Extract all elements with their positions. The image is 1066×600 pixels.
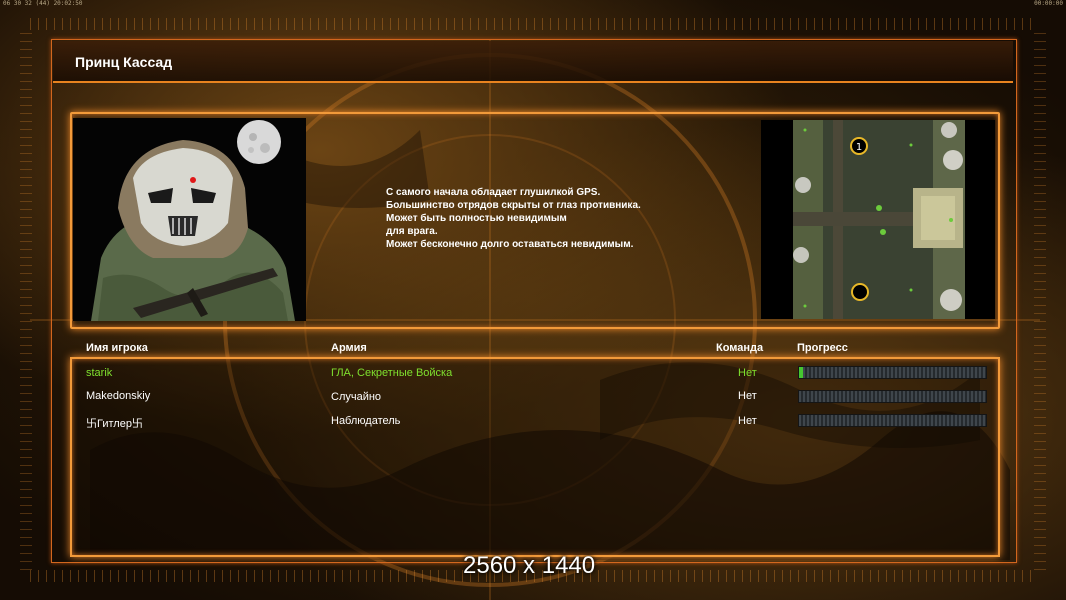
- player-progress-bar: [798, 390, 987, 403]
- ruler-left: [20, 30, 32, 570]
- map-preview: 1: [761, 120, 995, 319]
- column-header-progress: Прогресс: [797, 342, 848, 354]
- masked-soldier-icon: [73, 118, 306, 321]
- player-name: starik: [86, 367, 113, 379]
- player-army: ГЛА, Секретные Войска: [331, 367, 453, 379]
- player-name: Makedonskiy: [86, 390, 151, 402]
- start-position-marker-1: 1: [856, 142, 862, 153]
- player-progress-fill: [799, 367, 803, 378]
- player-name: 卐Гитлер卐: [86, 418, 143, 430]
- player-progress-bar: [798, 366, 987, 379]
- ruler-right: [1034, 30, 1046, 570]
- column-header-player-name: Имя игрока: [86, 342, 148, 354]
- column-header-army: Армия: [331, 342, 367, 354]
- page-title: Принц Кассад: [75, 54, 173, 70]
- description-line: С самого начала обладает глушилкой GPS.: [386, 187, 601, 198]
- column-header-team: Команда: [716, 342, 764, 354]
- player-team: Нет: [738, 390, 757, 402]
- description-line: Большинство отрядов скрыты от глаз проти…: [386, 200, 641, 211]
- description-line: для врага.: [386, 226, 438, 237]
- status-bar: 06 30 32 (44) 20:02:50 00:00:00: [0, 0, 1066, 7]
- general-description: С самого начала обладает глушилкой GPS. …: [386, 186, 746, 251]
- general-portrait: [73, 118, 306, 321]
- players-list-panel: [70, 357, 1000, 557]
- description-line: Может быть полностью невидимым: [386, 213, 567, 224]
- ruler-top: [30, 18, 1036, 30]
- minimap-icon: 1: [761, 120, 995, 319]
- status-bar-right: 00:00:00: [1034, 0, 1063, 7]
- player-progress-bar: [798, 414, 987, 427]
- status-bar-left: 06 30 32 (44) 20:02:50: [3, 0, 83, 7]
- player-team: Нет: [738, 367, 757, 379]
- title-bar: [53, 41, 1013, 83]
- player-team: Нет: [738, 415, 757, 427]
- player-army: Случайно: [331, 391, 382, 403]
- resolution-overlay: 2560 x 1440: [463, 552, 596, 579]
- player-army: Наблюдатель: [331, 415, 401, 427]
- description-line: Может бесконечно долго оставаться невиди…: [386, 239, 634, 250]
